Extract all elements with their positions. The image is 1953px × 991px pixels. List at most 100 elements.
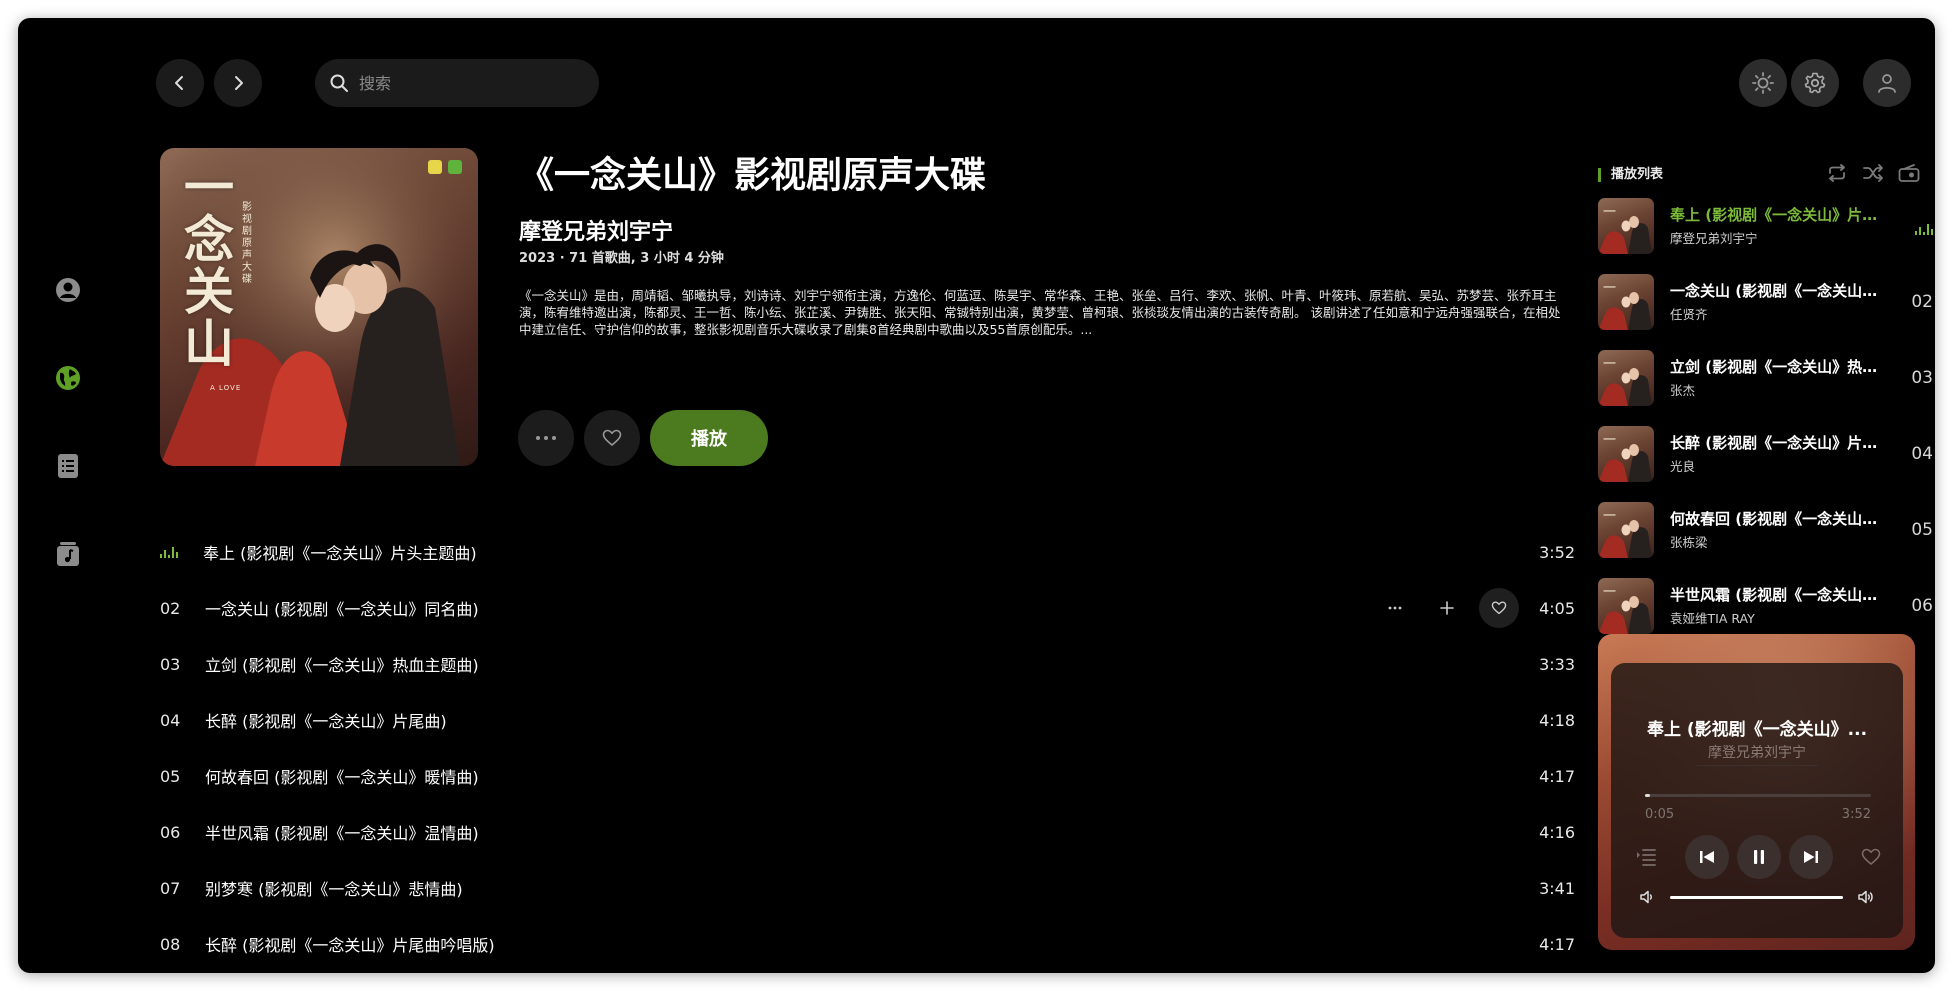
more-icon: [536, 436, 556, 440]
playlist-toggle-button[interactable]: [1635, 847, 1657, 871]
more-button[interactable]: [518, 410, 574, 466]
profile-nav[interactable]: [54, 276, 82, 304]
user-button[interactable]: [1863, 59, 1911, 107]
track-title: 半世风霜 (影视剧《一念关山》温情曲): [205, 824, 479, 843]
like-current-button[interactable]: [1861, 848, 1881, 870]
track-add-button[interactable]: [1427, 588, 1467, 628]
playlist-item-number: [1915, 220, 1933, 240]
track-number: [160, 543, 203, 562]
forward-icon: [235, 76, 243, 90]
playlist-item-title: 奉上 (影视剧《一念关山》片头主题曲): [1670, 206, 1880, 224]
track-duration: 4:17: [1539, 934, 1575, 954]
playlist-item-artist: 张杰: [1670, 383, 1696, 398]
profile-icon: [56, 278, 80, 302]
track-number: 06: [160, 822, 181, 842]
track-title: 别梦寒 (影视剧《一念关山》悲情曲): [205, 880, 463, 899]
play-button[interactable]: 播放: [650, 410, 768, 466]
track-duration: 4:05: [1539, 598, 1575, 618]
album-cover: 一念关山 影视剧原声大碟 A LOVE: [160, 148, 478, 466]
track-title: 何故春回 (影视剧《一念关山》暖情曲): [205, 768, 479, 787]
explore-nav[interactable]: [54, 364, 82, 392]
track-row[interactable]: 03 立剑 (影视剧《一念关山》热血主题曲) 3:33: [160, 644, 1575, 684]
track-number: 04: [160, 710, 181, 730]
svg-text:一: 一: [1603, 585, 1616, 600]
playlist-header: 播放列表: [1598, 168, 1663, 182]
progress-bar[interactable]: [1645, 794, 1871, 797]
track-title: 奉上 (影视剧《一念关山》片头主题曲): [203, 544, 477, 563]
playlist-item[interactable]: 一 长醉 (影视剧《一念关山》片尾曲) 光良 04: [1598, 426, 1933, 482]
forward-button[interactable]: [214, 59, 262, 107]
track-like-button[interactable]: [1479, 588, 1519, 628]
track-number: 05: [160, 766, 181, 786]
now-playing-divider: [1696, 765, 1818, 766]
volume-slider[interactable]: [1670, 896, 1843, 899]
track-row[interactable]: 08 长醉 (影视剧《一念关山》片尾曲吟唱版) 4:17: [160, 924, 1575, 964]
plus-icon: [1440, 601, 1454, 615]
playlist-item-number: 04: [1911, 444, 1933, 464]
volume-high-button[interactable]: [1857, 888, 1875, 910]
track-row[interactable]: 07 别梦寒 (影视剧《一念关山》悲情曲) 3:41: [160, 868, 1575, 908]
track-actions: [1363, 588, 1519, 628]
playlist-item-title: 何故春回 (影视剧《一念关山》暖情曲): [1670, 510, 1880, 528]
back-icon: [175, 76, 183, 90]
volume-low-button[interactable]: [1639, 889, 1655, 909]
theme-toggle-button[interactable]: [1739, 59, 1787, 107]
music-note-icon: [57, 542, 79, 566]
album-artist[interactable]: 摩登兄弟刘宇宁: [519, 214, 673, 246]
playlist-item-number: 03: [1911, 368, 1933, 388]
track-duration: 3:33: [1539, 654, 1575, 674]
total-time: 3:52: [1841, 807, 1871, 822]
svg-text:一: 一: [1603, 281, 1616, 296]
cover-logo-badge: [428, 160, 442, 174]
playlist-item-cover: 一: [1598, 350, 1654, 406]
next-button[interactable]: [1789, 835, 1833, 879]
theme-sun-icon: [1752, 72, 1774, 94]
volume-fill: [1670, 896, 1843, 899]
heart-icon: [602, 429, 622, 446]
back-button[interactable]: [156, 59, 204, 107]
playlist-icon: [1637, 849, 1656, 866]
track-duration: 4:16: [1539, 822, 1575, 842]
playlist-item[interactable]: 一 一念关山 (影视剧《一念关山》同名曲) 任贤齐 02: [1598, 274, 1933, 330]
now-playing-title: 奉上 (影视剧《一念关山》...: [1646, 720, 1868, 740]
search-input[interactable]: [359, 73, 579, 93]
track-row[interactable]: 02 一念关山 (影视剧《一念关山》同名曲) 4:05: [160, 588, 1575, 628]
repeat-icon[interactable]: [1826, 164, 1848, 182]
track-number: 03: [160, 654, 181, 674]
track-row[interactable]: 奉上 (影视剧《一念关山》片头主题曲) 3:52: [160, 532, 1575, 572]
previous-icon: [1700, 851, 1714, 863]
search-bar[interactable]: [315, 59, 599, 107]
album-description[interactable]: 《一念关山》是由，周靖韬、邹曦执导，刘诗诗、刘宇宁领衔主演，方逸伦、何蓝逗、陈昊…: [519, 287, 1567, 338]
track-row[interactable]: 06 半世风霜 (影视剧《一念关山》温情曲) 4:16: [160, 812, 1575, 852]
track-more-button[interactable]: [1375, 588, 1415, 628]
settings-button[interactable]: [1791, 59, 1839, 107]
previous-button[interactable]: [1685, 835, 1729, 879]
heart-icon: [1861, 848, 1881, 865]
playlist-item-title: 半世风霜 (影视剧《一念关山》温情曲): [1670, 586, 1880, 604]
library-nav[interactable]: [54, 452, 82, 480]
explore-globe-icon: [56, 366, 80, 390]
track-row[interactable]: 04 长醉 (影视剧《一念关山》片尾曲) 4:18: [160, 700, 1575, 740]
heart-icon: [1491, 601, 1507, 615]
playlist-item-title: 长醉 (影视剧《一念关山》片尾曲): [1670, 434, 1880, 452]
shuffle-icon[interactable]: [1862, 164, 1884, 182]
track-row[interactable]: 05 何故春回 (影视剧《一念关山》暖情曲) 4:17: [160, 756, 1575, 796]
now-playing-artist[interactable]: 摩登兄弟刘宇宁: [1611, 742, 1903, 762]
svg-text:一: 一: [1603, 509, 1616, 524]
playlist-item[interactable]: 一 何故春回 (影视剧《一念关山》暖情曲) 张栋梁 05: [1598, 502, 1933, 558]
playlist-item-artist: 任贤齐: [1670, 307, 1708, 322]
track-number: 08: [160, 934, 181, 954]
music-nav[interactable]: [54, 540, 82, 568]
volume-high-icon: [1858, 890, 1873, 904]
next-icon: [1804, 851, 1818, 863]
playlist-item-cover: 一: [1598, 426, 1654, 482]
track-number: 02: [160, 598, 181, 618]
playlist-item[interactable]: 一 半世风霜 (影视剧《一念关山》温情曲) 袁娅维TIA RAY 06: [1598, 578, 1933, 634]
playlist-item[interactable]: 一 立剑 (影视剧《一念关山》热血主题曲) 张杰 03: [1598, 350, 1933, 406]
like-album-button[interactable]: [584, 410, 640, 466]
playlist-item-title: 立剑 (影视剧《一念关山》热血主题曲): [1670, 358, 1880, 376]
pause-button[interactable]: [1737, 835, 1781, 879]
radio-icon[interactable]: [1898, 164, 1920, 182]
equalizer-icon: [160, 546, 178, 558]
playlist-item[interactable]: 一 奉上 (影视剧《一念关山》片头主题曲) 摩登兄弟刘宇宁: [1598, 198, 1933, 254]
